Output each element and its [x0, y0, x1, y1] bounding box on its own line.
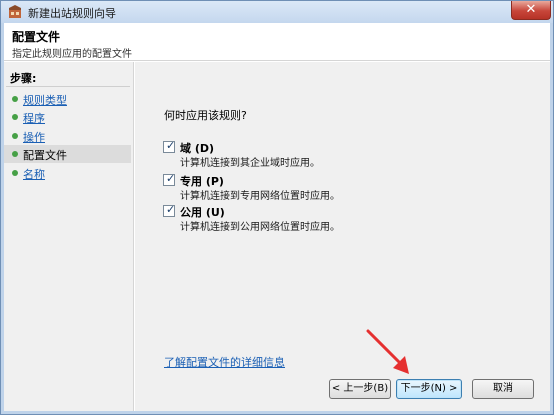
step-name[interactable]: 名称: [4, 164, 131, 182]
step-label: 规则类型: [23, 94, 67, 107]
option-description: 计算机连接到其企业域时应用。: [180, 158, 320, 169]
step-program[interactable]: 程序: [4, 108, 131, 126]
step-label: 程序: [23, 112, 45, 125]
step-rule-type[interactable]: 规则类型: [4, 90, 131, 108]
content-panel: 何时应用该规则? ✓ 域 (D) 计算机连接到其企业域时应用。 ✓ 专用 (P)…: [135, 62, 550, 411]
wizard-window: 新建出站规则向导 ✕ 配置文件 指定此规则应用的配置文件 步骤: 规则类型 程序…: [0, 0, 554, 415]
step-label: 名称: [23, 168, 45, 181]
step-action[interactable]: 操作: [4, 127, 131, 145]
wizard-client: 配置文件 指定此规则应用的配置文件 步骤: 规则类型 程序 操作 配置文件 名称…: [4, 23, 550, 411]
close-button[interactable]: ✕: [511, 1, 551, 20]
option-description: 计算机连接到专用网络位置时应用。: [180, 191, 340, 202]
step-bullet-icon: [12, 96, 18, 102]
private-checkbox[interactable]: ✓: [163, 172, 176, 186]
option-description: 计算机连接到公用网络位置时应用。: [180, 222, 340, 233]
next-button[interactable]: 下一步(N) >: [396, 379, 462, 399]
step-bullet-icon: [12, 170, 18, 176]
step-bullet-icon: [12, 133, 18, 139]
check-icon: ✓: [166, 139, 176, 152]
public-checkbox[interactable]: ✓: [163, 203, 176, 217]
title-bar: 新建出站规则向导 ✕: [1, 1, 553, 23]
learn-more-link[interactable]: 了解配置文件的详细信息: [164, 354, 285, 370]
page-title: 配置文件: [12, 30, 61, 44]
steps-panel: 步骤: 规则类型 程序 操作 配置文件 名称: [4, 62, 134, 411]
question-text: 何时应用该规则?: [164, 109, 247, 122]
steps-divider: [6, 86, 130, 87]
wizard-header: 配置文件 指定此规则应用的配置文件: [4, 23, 550, 61]
check-icon: ✓: [166, 172, 176, 185]
step-bullet-icon: [12, 151, 18, 157]
back-button[interactable]: < 上一步(B): [329, 379, 391, 399]
domain-checkbox[interactable]: ✓: [163, 139, 176, 153]
window-title: 新建出站规则向导: [28, 7, 116, 20]
check-icon: ✓: [166, 203, 176, 216]
firewall-icon: [7, 4, 23, 20]
step-bullet-icon: [12, 114, 18, 120]
steps-heading: 步骤:: [10, 72, 37, 85]
page-subtitle: 指定此规则应用的配置文件: [12, 49, 132, 60]
step-profile[interactable]: 配置文件: [4, 145, 131, 163]
step-label: 操作: [23, 131, 45, 144]
cancel-button[interactable]: 取消: [472, 379, 534, 399]
step-label: 配置文件: [23, 149, 67, 162]
